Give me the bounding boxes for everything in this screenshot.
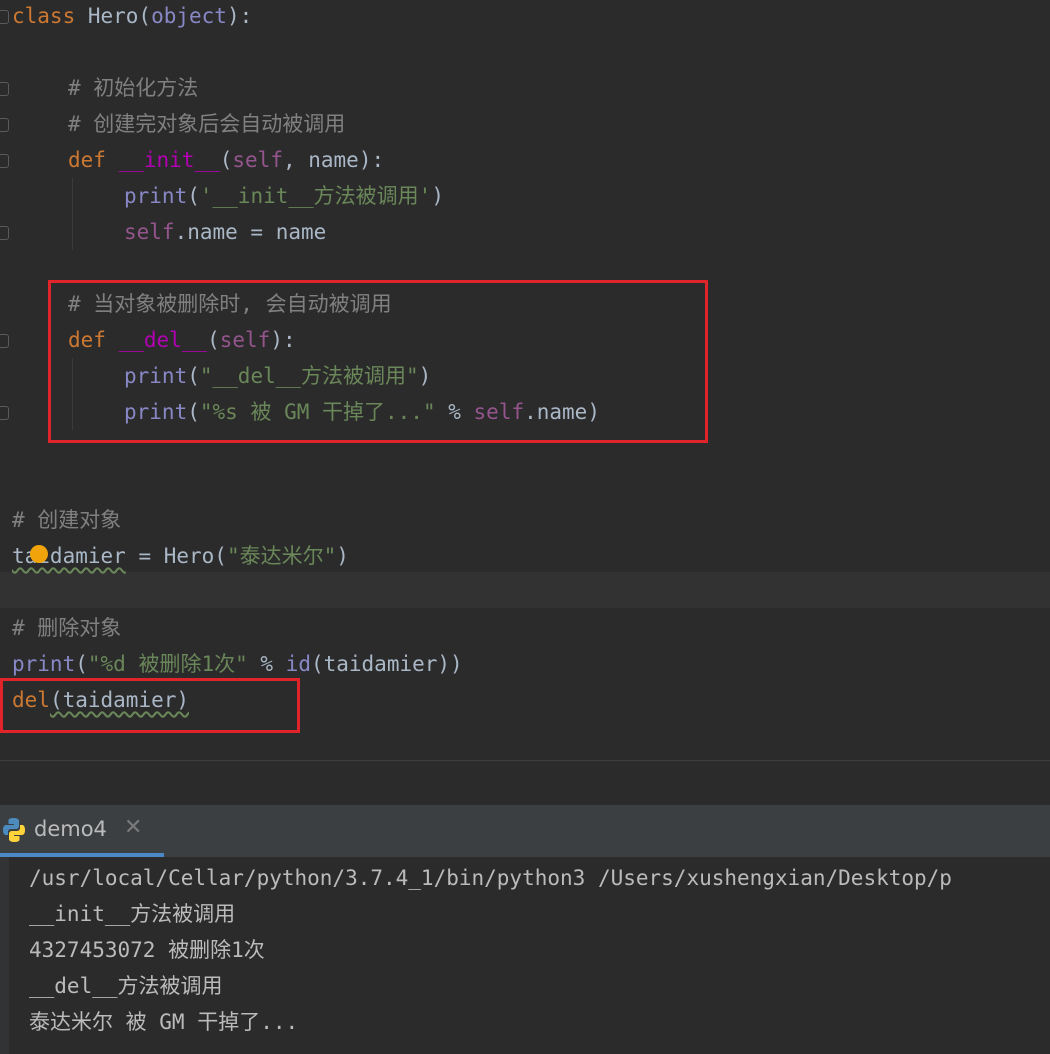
fold-marker[interactable] xyxy=(0,118,9,132)
code-comment[interactable]: # 创建完对象后会自动被调用 xyxy=(68,106,345,142)
python-icon xyxy=(3,818,25,842)
indent-guide xyxy=(72,178,73,250)
console-line-output: __init__方法被调用 xyxy=(29,902,236,926)
fold-marker[interactable] xyxy=(0,334,9,348)
current-line-highlight xyxy=(0,572,1050,608)
fold-marker[interactable] xyxy=(0,82,9,96)
console-line-output: 泰达米尔 被 GM 干掉了... xyxy=(29,1010,299,1034)
fold-marker[interactable] xyxy=(0,154,9,168)
run-console[interactable]: /usr/local/Cellar/python/3.7.4_1/bin/pyt… xyxy=(0,857,1050,1054)
code-comment[interactable]: # 创建对象 xyxy=(12,502,121,538)
annotation-box-del-call xyxy=(0,678,300,733)
console-toolbar-strip xyxy=(0,857,9,1054)
editor-bottom-area xyxy=(0,761,1050,805)
code-editor[interactable]: class Hero(object): # 初始化方法 # 创建完对象后会自动被… xyxy=(0,0,1050,760)
close-icon[interactable]: ✕ xyxy=(124,815,142,840)
code-line-class-def[interactable]: class Hero(object): xyxy=(12,0,252,34)
run-tool-window-header: demo4 ✕ xyxy=(0,805,1050,857)
code-comment[interactable]: # 初始化方法 xyxy=(68,70,198,106)
annotation-box-del-method xyxy=(48,280,708,443)
code-line-assign-name[interactable]: self.name = name xyxy=(124,214,326,250)
console-line-output: __del__方法被调用 xyxy=(29,974,223,998)
code-line-init-def[interactable]: def __init__(self, name): xyxy=(68,142,384,178)
intention-bulb-icon[interactable] xyxy=(30,545,48,563)
code-line-print-init[interactable]: print('__init__方法被调用') xyxy=(124,178,444,214)
code-line-create-object[interactable]: taidamier = Hero("泰达米尔") xyxy=(12,538,349,574)
fold-marker[interactable] xyxy=(0,10,9,24)
run-tab-label: demo4 xyxy=(34,817,107,841)
console-line-output: 4327453072 被删除1次 xyxy=(29,938,265,962)
code-comment[interactable]: # 删除对象 xyxy=(12,610,121,646)
run-tab-demo4[interactable]: demo4 ✕ xyxy=(0,805,164,857)
fold-marker[interactable] xyxy=(0,226,9,240)
console-line-command: /usr/local/Cellar/python/3.7.4_1/bin/pyt… xyxy=(29,866,952,890)
fold-marker[interactable] xyxy=(0,406,9,420)
code-line-print-id[interactable]: print("%d 被删除1次" % id(taidamier)) xyxy=(12,646,463,682)
